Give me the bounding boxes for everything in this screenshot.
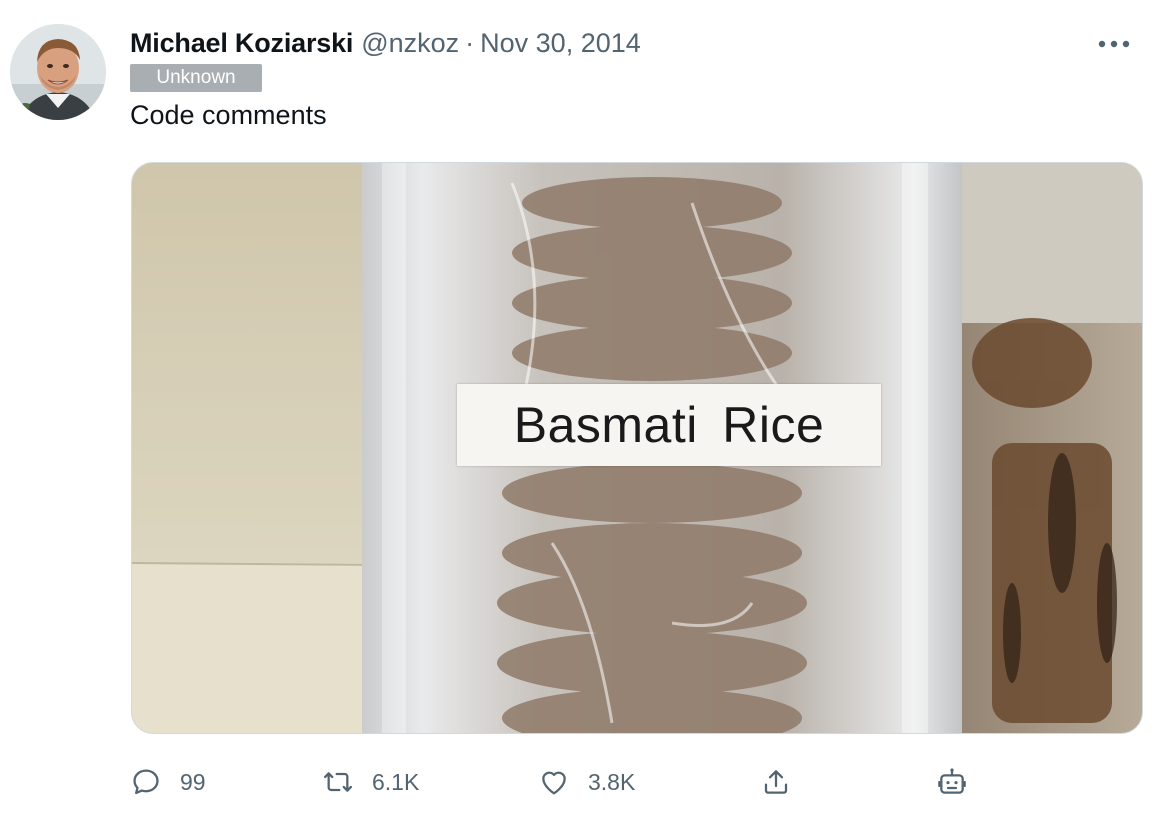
share-button[interactable] (760, 762, 792, 802)
more-options-button[interactable] (1094, 30, 1134, 58)
basmati-rice-label: Basmati Rice (457, 384, 881, 466)
reply-button[interactable]: 99 (130, 762, 206, 802)
reply-count: 99 (180, 768, 206, 795)
retweet-button[interactable]: 6.1K (322, 762, 419, 802)
bot-icon (938, 768, 966, 794)
reply-icon (133, 769, 159, 795)
retweet-count: 6.1K (372, 768, 420, 795)
status-badge: Unknown (130, 64, 262, 92)
avatar[interactable] (10, 24, 106, 120)
like-icon (542, 771, 566, 795)
tweet-media-image[interactable]: Basmati Rice (131, 162, 1143, 734)
tweet-actions: 99 6.1K 3.8K (130, 762, 1030, 802)
author-handle[interactable]: @nzkoz (361, 28, 459, 59)
retweet-icon (323, 772, 353, 792)
more-icon (1098, 40, 1130, 48)
author-name[interactable]: Michael Koziarski (130, 28, 353, 59)
avatar-photo (10, 24, 106, 120)
tweet-card: Michael Koziarski @nzkoz · Nov 30, 2014 … (0, 0, 1164, 814)
like-count: 3.8K (588, 768, 636, 795)
like-button[interactable]: 3.8K (538, 762, 635, 802)
share-icon (764, 770, 788, 794)
separator-dot: · (465, 28, 475, 58)
tweet-text: Code comments (130, 100, 327, 130)
bot-button[interactable] (936, 762, 968, 802)
tweet-date[interactable]: Nov 30, 2014 (480, 28, 641, 59)
tweet-header: Michael Koziarski @nzkoz · Nov 30, 2014 (130, 28, 641, 62)
